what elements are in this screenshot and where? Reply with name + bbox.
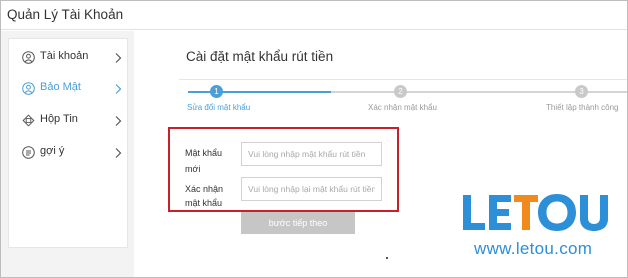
sidebar-item-label: Hộp Tin [40, 113, 78, 125]
new-password-input[interactable] [241, 142, 382, 166]
page-title: Cài đặt mật khẩu rút tiền [186, 49, 334, 64]
step-1-label: Sửa đổi mật khẩu [187, 103, 251, 112]
feedback-icon [22, 146, 35, 159]
step-1-circle: 1 [210, 85, 223, 98]
user-icon [22, 51, 35, 64]
sidebar: Tài khoản Bảo Mật Hộp Tin gợi ý [8, 38, 128, 248]
new-password-label-line1: Mật khẩu [185, 148, 223, 158]
sidebar-item-label: Bảo Mật [40, 81, 81, 93]
sidebar-item-label: Tài khoản [40, 50, 89, 62]
website-url: www.letou.com [474, 239, 593, 258]
step-2-circle: 2 [394, 85, 407, 98]
confirm-password-label-line1: Xác nhận [185, 184, 224, 194]
window-title: Quản Lý Tài Khoản [7, 7, 124, 22]
next-step-button[interactable]: bước tiếp theo [241, 212, 355, 234]
step-3-circle: 3 [575, 85, 588, 98]
sidebar-item-account[interactable]: Tài khoản [9, 45, 127, 71]
decorative-dot [386, 257, 388, 259]
letou-logo [463, 194, 608, 231]
confirm-password-label: Xác nhận mật khẩu [185, 183, 223, 210]
chevron-right-icon [115, 148, 122, 158]
title-divider [179, 79, 627, 80]
shield-icon [22, 82, 35, 95]
confirm-password-input[interactable] [241, 177, 382, 201]
sidebar-item-security[interactable]: Bảo Mật [9, 76, 127, 102]
sidebar-item-label: gợi ý [40, 145, 65, 157]
chevron-right-icon [115, 84, 122, 94]
chevron-right-icon [115, 53, 122, 63]
title-bar: Quản Lý Tài Khoản [1, 1, 627, 30]
step-3-label: Thiết lập thành công [546, 103, 619, 112]
sidebar-item-feedback[interactable]: gợi ý [9, 140, 127, 166]
confirm-password-label-line2: mật khẩu [185, 198, 223, 208]
new-password-label: Mật khẩu mới [185, 147, 222, 176]
step-2-label: Xác nhận mật khẩu [368, 103, 437, 112]
sidebar-item-inbox[interactable]: Hộp Tin [9, 108, 127, 134]
new-password-label-line2: mới [185, 164, 201, 174]
chevron-right-icon [115, 116, 122, 126]
message-icon [22, 114, 35, 127]
